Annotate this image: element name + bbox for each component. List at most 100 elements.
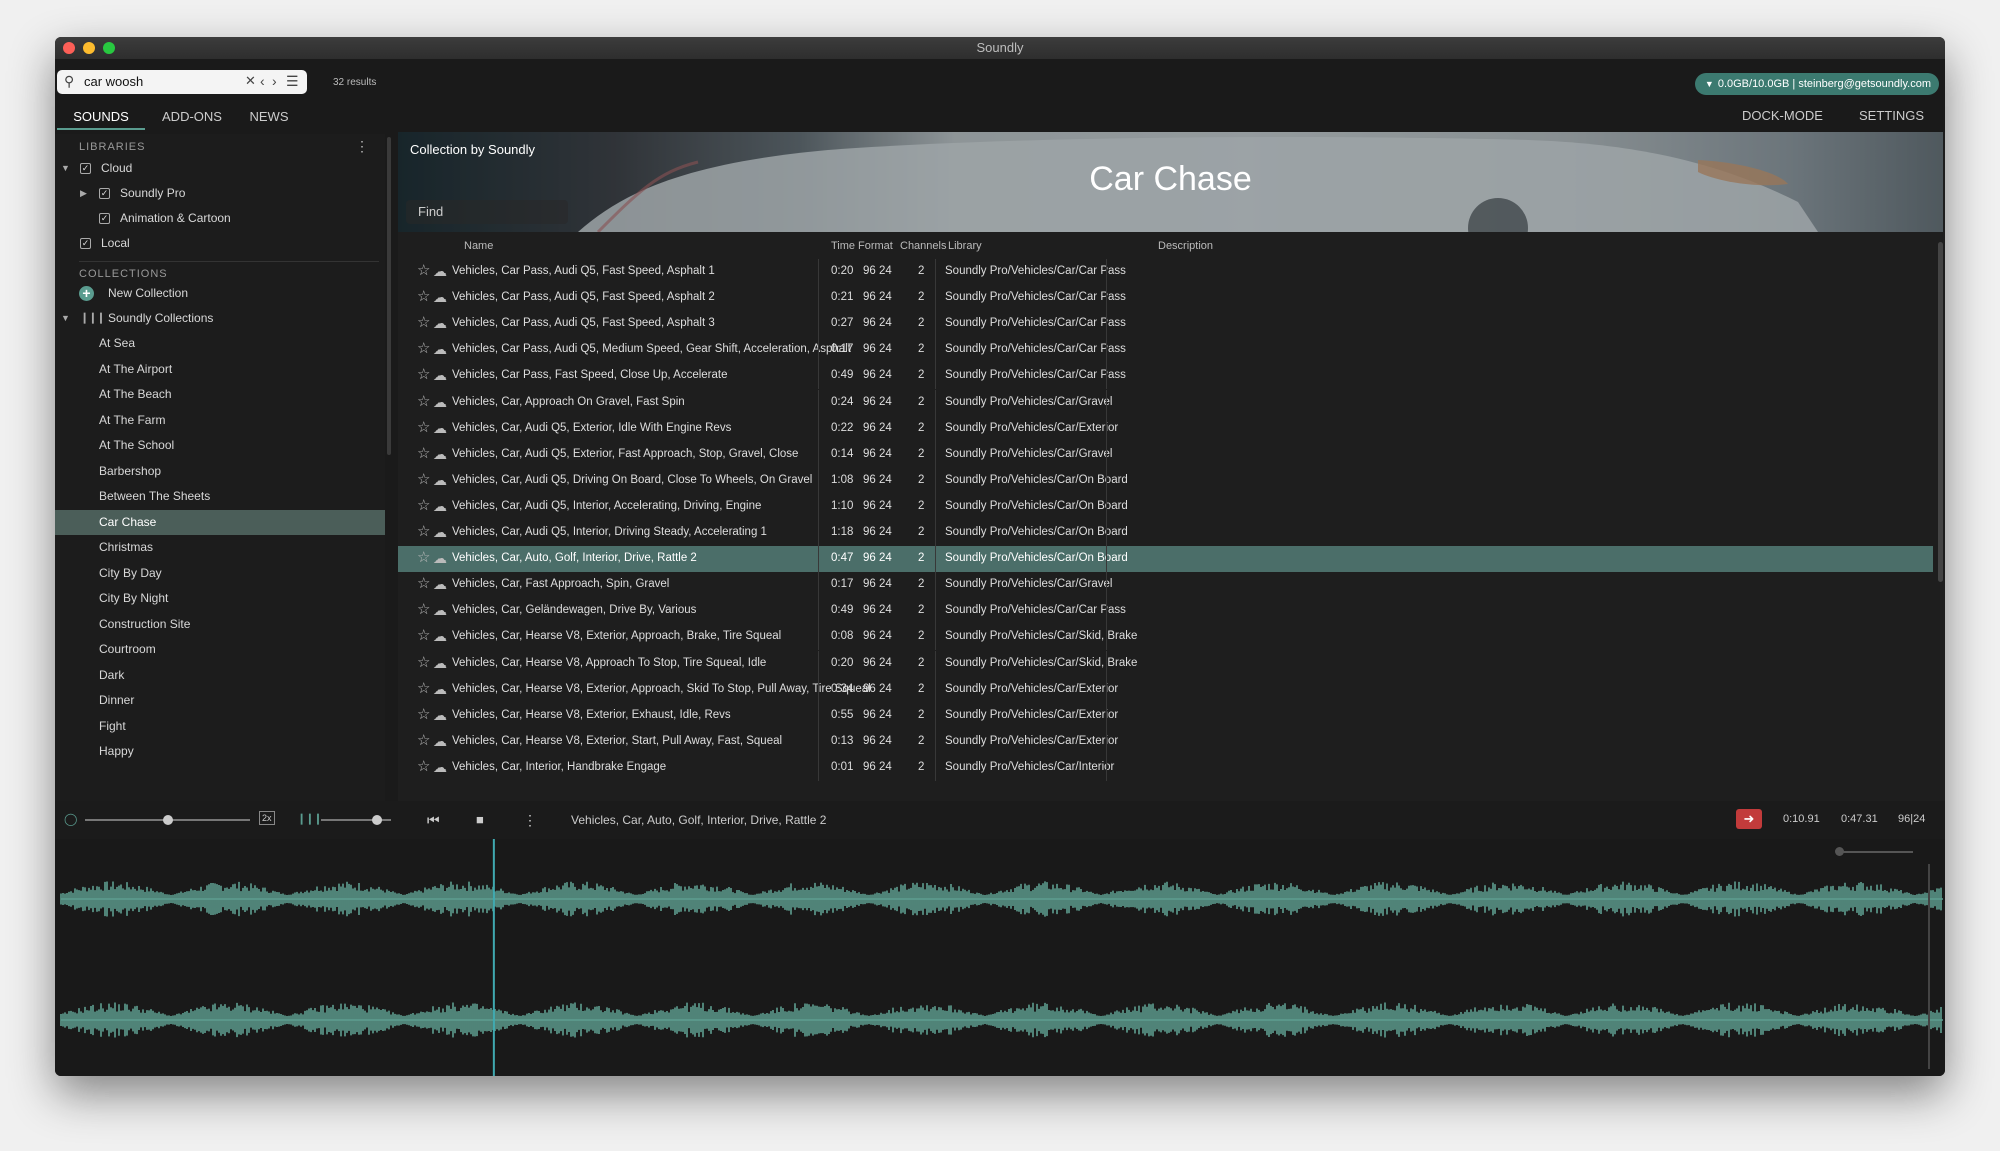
table-row[interactable]: ☆ ☁ Vehicles, Car Pass, Audi Q5, Fast Sp… [398, 259, 1933, 285]
library-checkbox[interactable]: ✓ [80, 163, 91, 174]
library-checkbox[interactable]: ✓ [99, 213, 110, 224]
waveform-zoom-slider[interactable] [1839, 851, 1913, 853]
col-channels-header[interactable]: Channels [900, 240, 946, 252]
tab-add-ons[interactable]: ADD-ONS [153, 106, 231, 128]
star-icon[interactable]: ☆ [417, 522, 430, 540]
collection-item[interactable]: City By Night [55, 586, 385, 611]
star-icon[interactable]: ☆ [417, 287, 430, 305]
star-icon[interactable]: ☆ [417, 626, 430, 644]
collection-item[interactable]: At The Farm [55, 408, 385, 433]
find-input[interactable]: Find [406, 200, 568, 224]
drag-to-daw-icon[interactable]: ➜ [1736, 809, 1762, 829]
stop-icon[interactable]: ■ [476, 812, 484, 827]
collection-item[interactable]: At The School [55, 433, 385, 458]
collection-item[interactable]: Dark [55, 663, 385, 688]
star-icon[interactable]: ☆ [417, 548, 430, 566]
rate-button[interactable]: 2x [259, 811, 275, 825]
col-library-header[interactable]: Library [948, 240, 982, 252]
table-row[interactable]: ☆ ☁ Vehicles, Car, Approach On Gravel, F… [398, 389, 1933, 416]
collection-item[interactable]: Christmas [55, 535, 385, 560]
star-icon[interactable]: ☆ [417, 313, 430, 331]
table-row[interactable]: ☆ ☁ Vehicles, Car, Hearse V8, Exterior, … [398, 728, 1933, 755]
table-row[interactable]: ☆ ☁ Vehicles, Car, Audi Q5, Interior, Dr… [398, 520, 1933, 546]
star-icon[interactable]: ☆ [417, 600, 430, 618]
table-row[interactable]: ☆ ☁ Vehicles, Car, Fast Approach, Spin, … [398, 572, 1933, 599]
search-box[interactable]: ⚲ car woosh ✕ ‹ › ☰ [57, 70, 307, 94]
star-icon[interactable]: ☆ [417, 731, 430, 749]
star-icon[interactable]: ☆ [417, 679, 430, 697]
table-row[interactable]: ☆ ☁ Vehicles, Car Pass, Audi Q5, Fast Sp… [398, 285, 1933, 312]
expand-right-icon[interactable]: ▶ [80, 181, 87, 206]
skip-back-icon[interactable]: ⏮ [427, 812, 440, 829]
table-row[interactable]: ☆ ☁ Vehicles, Car, Audi Q5, Exterior, Id… [398, 415, 1933, 442]
expand-down-icon[interactable]: ▼ [61, 156, 70, 181]
waveform-display[interactable] [55, 839, 1945, 1076]
collection-item[interactable]: Dinner [55, 688, 385, 713]
forward-icon[interactable]: › [272, 73, 277, 89]
waveform-zoom-knob[interactable] [1835, 847, 1844, 856]
new-collection-button[interactable]: + New Collection [55, 281, 385, 306]
dock-mode-button[interactable]: DOCK-MODE [1742, 108, 1823, 123]
more-icon[interactable]: ⋮ [355, 138, 369, 155]
star-icon[interactable]: ☆ [417, 365, 430, 383]
collection-item[interactable]: At The Airport [55, 357, 385, 382]
collection-item[interactable]: Construction Site [55, 612, 385, 637]
col-description-header[interactable]: Description [1158, 240, 1213, 252]
star-icon[interactable]: ☆ [417, 574, 430, 592]
star-icon[interactable]: ☆ [417, 392, 430, 410]
back-icon[interactable]: ‹ [260, 73, 265, 89]
collection-item[interactable]: Fight [55, 714, 385, 739]
table-row[interactable]: ☆ ☁ Vehicles, Car Pass, Audi Q5, Fast Sp… [398, 311, 1933, 338]
account-badge[interactable]: ▼ 0.0GB/10.0GB | steinberg@getsoundly.com [1694, 73, 1939, 95]
collection-item[interactable]: City By Day [55, 561, 385, 586]
sidebar-scrollbar[interactable] [387, 137, 391, 455]
waveform[interactable] [55, 839, 1945, 1076]
soundly-collections-group[interactable]: ▼ ❙❙❙ Soundly Collections [55, 306, 385, 331]
expand-down-icon[interactable]: ▼ [61, 306, 70, 331]
waveform-vscroll[interactable] [1928, 864, 1930, 1069]
zoom-window-button[interactable] [103, 42, 115, 54]
star-icon[interactable]: ☆ [417, 757, 430, 775]
star-icon[interactable]: ☆ [417, 261, 430, 279]
col-format-header[interactable]: Format [858, 240, 893, 252]
table-row[interactable]: ☆ ☁ Vehicles, Car, Interior, Handbrake E… [398, 754, 1933, 781]
table-scrollbar[interactable] [1938, 242, 1943, 582]
clear-search-icon[interactable]: ✕ [245, 73, 256, 89]
star-icon[interactable]: ☆ [417, 339, 430, 357]
more-options-icon[interactable]: ⋮ [523, 812, 537, 829]
collection-item[interactable]: At The Beach [55, 382, 385, 407]
star-icon[interactable]: ☆ [417, 418, 430, 436]
settings-button[interactable]: SETTINGS [1859, 108, 1924, 123]
table-row[interactable]: ☆ ☁ Vehicles, Car, Auto, Golf, Interior,… [398, 546, 1933, 573]
loop-icon[interactable]: ◯ [64, 812, 77, 826]
star-icon[interactable]: ☆ [417, 444, 430, 462]
collection-item[interactable]: Between The Sheets [55, 484, 385, 509]
table-row[interactable]: ☆ ☁ Vehicles, Car, Audi Q5, Interior, Ac… [398, 493, 1933, 520]
collection-item[interactable]: Happy [55, 739, 385, 764]
collection-item[interactable]: Courtroom [55, 637, 385, 662]
table-row[interactable]: ☆ ☁ Vehicles, Car, Geländewagen, Drive B… [398, 598, 1933, 625]
star-icon[interactable]: ☆ [417, 496, 430, 514]
library-item[interactable]: ▶ ✓ Soundly Pro [55, 181, 385, 206]
library-item[interactable]: ✓ Local [55, 231, 385, 256]
library-checkbox[interactable]: ✓ [80, 238, 91, 249]
star-icon[interactable]: ☆ [417, 470, 430, 488]
col-name-header[interactable]: Name [464, 240, 493, 252]
tab-sounds[interactable]: SOUNDS [57, 106, 145, 130]
table-row[interactable]: ☆ ☁ Vehicles, Car, Hearse V8, Exterior, … [398, 624, 1933, 651]
library-item[interactable]: ✓ Animation & Cartoon [55, 206, 385, 231]
table-row[interactable]: ☆ ☁ Vehicles, Car, Audi Q5, Exterior, Fa… [398, 441, 1933, 468]
speed-slider-knob[interactable] [162, 815, 173, 825]
col-time-header[interactable]: Time [831, 240, 855, 252]
star-icon[interactable]: ☆ [417, 705, 430, 723]
tab-news[interactable]: NEWS [239, 106, 299, 128]
table-row[interactable]: ☆ ☁ Vehicles, Car, Audi Q5, Driving On B… [398, 467, 1933, 494]
table-row[interactable]: ☆ ☁ Vehicles, Car, Hearse V8, Approach T… [398, 650, 1933, 677]
collection-item[interactable]: Barbershop [55, 459, 385, 484]
table-row[interactable]: ☆ ☁ Vehicles, Car Pass, Audi Q5, Medium … [398, 337, 1933, 364]
filter-icon[interactable]: ☰ [286, 73, 299, 90]
star-icon[interactable]: ☆ [417, 653, 430, 671]
library-item[interactable]: ▼ ✓ Cloud [55, 156, 385, 181]
library-checkbox[interactable]: ✓ [99, 188, 110, 199]
volume-slider-knob[interactable] [372, 815, 382, 825]
